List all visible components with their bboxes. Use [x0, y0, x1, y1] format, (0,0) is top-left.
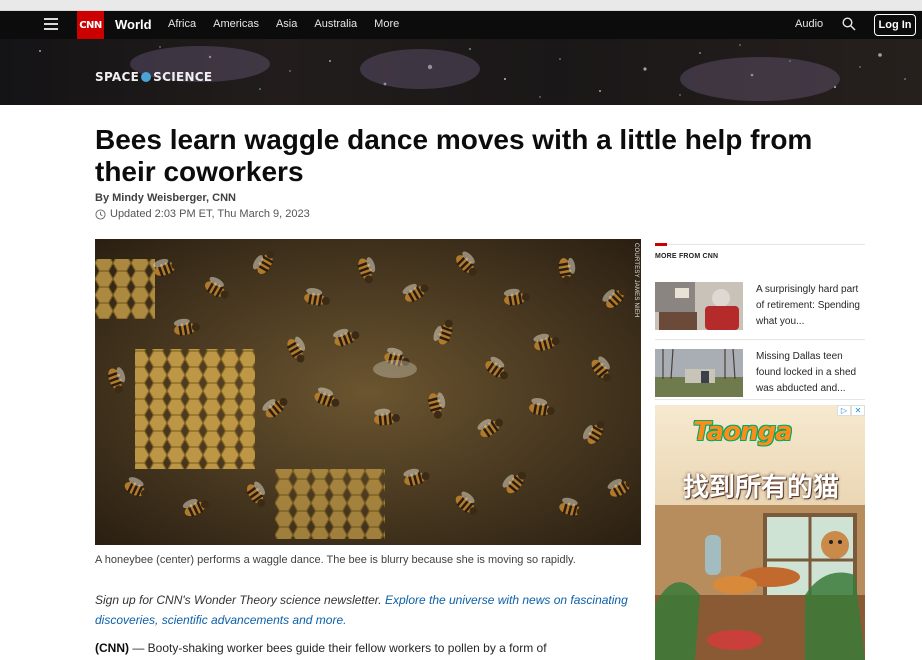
nav-link-africa[interactable]: Africa	[168, 18, 196, 30]
banner-label-science: SCIENCE	[153, 70, 213, 84]
byline[interactable]: By Mindy Weisberger, CNN	[95, 192, 236, 204]
banner-label-space: SPACE	[95, 70, 140, 84]
image-credit: COURTESY JAMES NIEH	[633, 243, 639, 318]
more-from-cnn-item[interactable]: Missing Dallas teen found locked in a sh…	[655, 349, 865, 411]
more-item-separator	[655, 399, 865, 400]
audio-link[interactable]: Audio	[795, 18, 823, 30]
more-from-cnn-rule	[655, 244, 865, 245]
image-caption: A honeybee (center) performs a waggle da…	[95, 554, 576, 566]
adchoices-icon[interactable]: ▷	[837, 405, 851, 416]
cnn-logo[interactable]: CNN	[77, 11, 104, 39]
more-from-cnn-accent	[655, 243, 667, 246]
menu-icon[interactable]	[44, 18, 58, 30]
article-headline: Bees learn waggle dance moves with a lit…	[95, 124, 813, 187]
login-button[interactable]: Log In	[874, 14, 916, 36]
plus-dot-icon	[141, 72, 152, 82]
more-item-headline[interactable]: Missing Dallas teen found locked in a sh…	[756, 349, 862, 397]
section-label-space-science[interactable]: SPACE SCIENCE	[95, 70, 212, 84]
section-banner: SPACE SCIENCE	[0, 39, 922, 105]
search-icon[interactable]	[842, 17, 856, 31]
more-from-cnn-item[interactable]: A surprisingly hard part of retirement: …	[655, 282, 865, 344]
section-name-world[interactable]: World	[115, 17, 152, 32]
ad-logo: Taonga	[693, 417, 793, 447]
top-navigation: CNN World Africa Americas Asia Australia…	[0, 11, 922, 39]
more-item-separator	[655, 339, 865, 340]
ad-controls: ▷ ✕	[837, 405, 865, 416]
ad-tagline: 找到所有的猫	[682, 473, 839, 503]
timestamp-text: Updated 2:03 PM ET, Thu March 9, 2023	[110, 208, 310, 220]
nav-link-australia[interactable]: Australia	[314, 18, 357, 30]
thumbnail-shed[interactable]	[655, 349, 743, 397]
honeybee-photo	[95, 239, 641, 545]
browser-top-strip	[0, 0, 922, 11]
timestamp: Updated 2:03 PM ET, Thu March 9, 2023	[95, 208, 310, 220]
more-item-headline[interactable]: A surprisingly hard part of retirement: …	[756, 282, 862, 330]
clock-icon	[95, 208, 106, 220]
nav-link-americas[interactable]: Americas	[213, 18, 259, 30]
close-icon[interactable]: ✕	[851, 405, 865, 416]
article-body-first-paragraph: (CNN) — Booty-shaking worker bees guide …	[95, 641, 635, 655]
thumbnail-retirement[interactable]	[655, 282, 743, 330]
nav-link-more[interactable]: More	[374, 18, 399, 30]
newsletter-prefix: Sign up for CNN's Wonder Theory science …	[95, 593, 385, 607]
more-from-cnn-title: MORE FROM CNN	[655, 253, 719, 260]
hero-image-honeybees[interactable]: COURTESY JAMES NIEH	[95, 239, 641, 545]
advertisement[interactable]: ▷ ✕ Taonga 找到所有的猫	[655, 405, 865, 660]
newsletter-promo: Sign up for CNN's Wonder Theory science …	[95, 590, 635, 630]
dateline: (CNN)	[95, 641, 129, 655]
nav-link-asia[interactable]: Asia	[276, 18, 297, 30]
body-text: — Booty-shaking worker bees guide their …	[129, 641, 547, 655]
nav-links: Africa Americas Asia Australia More	[168, 18, 416, 30]
